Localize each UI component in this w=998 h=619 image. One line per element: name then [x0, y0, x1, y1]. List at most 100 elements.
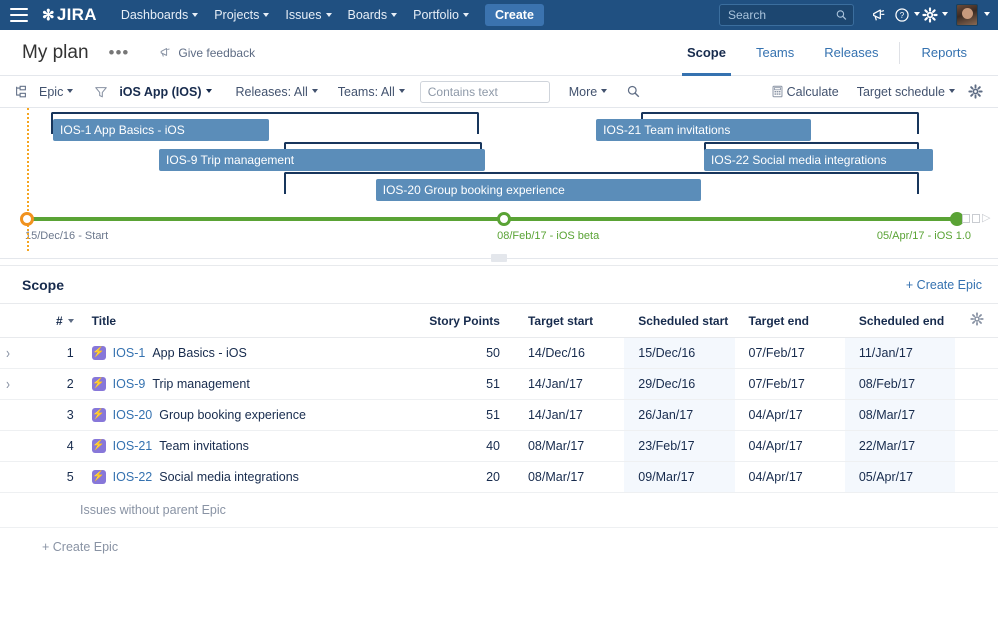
timeline-step-box[interactable]	[962, 214, 970, 223]
issue-key-link[interactable]: IOS-20	[113, 408, 153, 422]
table-row[interactable]: 3 IOS-20 Group booking experience 5114/Jan/…	[0, 399, 998, 431]
gantt-bar-ios-20[interactable]: IOS-20 Group booking experience	[375, 179, 702, 201]
search-input[interactable]	[726, 7, 837, 23]
row-actions[interactable]	[955, 368, 998, 400]
row-title-cell[interactable]: IOS-21 Team invitations	[85, 430, 413, 462]
row-expand-toggle[interactable]: ›	[0, 368, 37, 400]
row-target-end[interactable]: 07/Feb/17	[734, 368, 845, 400]
row-title-cell[interactable]: IOS-1 App Basics - iOS	[85, 337, 413, 369]
releases-filter-dropdown[interactable]: Releases: All	[229, 82, 325, 102]
milestone-marker-start[interactable]	[20, 212, 34, 226]
row-title-cell[interactable]: IOS-9 Trip management	[85, 368, 413, 400]
calculate-button[interactable]: Calculate	[762, 80, 846, 104]
row-actions[interactable]	[955, 461, 998, 493]
gantt-bar-ios-1[interactable]: IOS-1 App Basics - iOS	[53, 119, 269, 141]
create-epic-top-button[interactable]: + Create Epic	[906, 278, 982, 292]
nav-item-portfolio[interactable]: Portfolio	[405, 0, 477, 30]
row-story-points[interactable]: 40	[412, 430, 514, 462]
chevron-down-icon	[205, 88, 212, 93]
tab-scope[interactable]: Scope	[672, 30, 741, 76]
row-target-end[interactable]: 04/Apr/17	[734, 399, 845, 431]
chevron-down-icon[interactable]	[984, 12, 990, 16]
gantt-bar-ios-21[interactable]: IOS-21 Team invitations	[596, 119, 811, 141]
gantt-bar-ios-22[interactable]: IOS-22 Social media integrations	[704, 149, 933, 171]
panel-resize-divider[interactable]	[0, 251, 998, 265]
table-row[interactable]: › 2 IOS-9 Trip management 5114/Jan/1729/Dec/…	[0, 368, 998, 400]
row-title-cell[interactable]: IOS-20 Group booking experience	[85, 399, 413, 431]
give-feedback-button[interactable]: Give feedback	[159, 46, 255, 60]
row-target-end[interactable]: 04/Apr/17	[734, 461, 845, 493]
table-row[interactable]: 4 IOS-21 Team invitations 4008/Mar/1723/Feb…	[0, 430, 998, 462]
tab-releases[interactable]: Releases	[809, 30, 893, 76]
row-story-points[interactable]: 50	[412, 337, 514, 369]
row-target-start[interactable]: 08/Mar/17	[513, 430, 625, 462]
plan-toolbar: Epic iOS App (IOS) Releases: All Teams: …	[0, 76, 998, 108]
row-target-start[interactable]: 14/Jan/17	[513, 399, 625, 431]
issue-key-link[interactable]: IOS-22	[113, 470, 153, 484]
col-target-start[interactable]: Target start	[513, 303, 625, 338]
col-scheduled-start[interactable]: Scheduled start	[624, 303, 735, 338]
row-target-end[interactable]: 04/Apr/17	[734, 430, 845, 462]
table-row[interactable]: 5 IOS-22 Social media integrations 2008/Mar…	[0, 461, 998, 493]
chevron-right-icon[interactable]: ▷	[982, 213, 990, 224]
more-filters-dropdown[interactable]: More	[562, 82, 614, 102]
filter-icon[interactable]	[92, 83, 110, 101]
hamburger-menu-icon[interactable]	[10, 8, 28, 22]
nav-item-issues[interactable]: Issues	[277, 0, 339, 30]
col-target-end[interactable]: Target end	[734, 303, 845, 338]
timeline-scroll-controls[interactable]: ▷	[962, 213, 990, 224]
epic-icon	[91, 345, 106, 360]
teams-filter-dropdown[interactable]: Teams: All	[331, 82, 412, 102]
col-scheduled-end[interactable]: Scheduled end	[844, 303, 956, 338]
search-icon[interactable]	[624, 83, 642, 101]
col-settings[interactable]	[955, 303, 998, 338]
col-title[interactable]: Title	[85, 303, 413, 338]
timeline-step-box[interactable]	[972, 214, 980, 223]
jira-logo[interactable]: ✻ JIRA	[42, 5, 97, 25]
settings-gear-icon[interactable]	[922, 2, 948, 28]
nav-item-projects[interactable]: Projects	[206, 0, 277, 30]
tab-teams[interactable]: Teams	[741, 30, 809, 76]
divider-drag-handle[interactable]	[491, 254, 507, 262]
row-target-end[interactable]: 07/Feb/17	[734, 337, 845, 369]
issue-key-link[interactable]: IOS-1	[113, 346, 146, 360]
project-filter-dropdown[interactable]: iOS App (IOS)	[112, 82, 218, 102]
col-number[interactable]: #	[36, 303, 86, 338]
create-epic-bottom-button[interactable]: + Create Epic	[0, 528, 998, 554]
hierarchy-level-dropdown[interactable]: Epic	[32, 82, 80, 102]
nav-item-dashboards[interactable]: Dashboards	[113, 0, 206, 30]
row-story-points[interactable]: 20	[412, 461, 514, 493]
row-target-start[interactable]: 14/Dec/16	[513, 337, 625, 369]
row-title-cell[interactable]: IOS-22 Social media integrations	[85, 461, 413, 493]
target-schedule-dropdown[interactable]: Target schedule	[850, 82, 962, 102]
row-expand-toggle[interactable]: ›	[0, 337, 37, 369]
settings-gear-icon[interactable]	[969, 312, 984, 326]
milestone-marker-ios-beta[interactable]	[497, 212, 512, 226]
col-story-points[interactable]: Story Points	[412, 303, 514, 338]
global-search-box[interactable]	[719, 4, 854, 26]
table-row[interactable]: › 1 IOS-1 App Basics - iOS 5014/Dec/1615/Dec…	[0, 337, 998, 369]
issue-key-link[interactable]: IOS-21	[113, 439, 153, 453]
row-story-points[interactable]: 51	[412, 368, 514, 400]
gantt-bar-ios-9[interactable]: IOS-9 Trip management	[159, 149, 485, 171]
row-target-start[interactable]: 14/Jan/17	[513, 368, 625, 400]
row-target-start[interactable]: 08/Mar/17	[513, 461, 625, 493]
scope-table-header: # Title Story Points Target start Schedu…	[0, 303, 998, 338]
chevron-right-icon[interactable]: ›	[6, 344, 10, 362]
row-actions[interactable]	[955, 430, 998, 462]
plan-more-actions-button[interactable]: •••	[105, 43, 134, 63]
row-actions[interactable]	[955, 337, 998, 369]
hierarchy-icon[interactable]	[12, 83, 30, 101]
megaphone-icon[interactable]	[866, 2, 892, 28]
chevron-right-icon[interactable]: ›	[6, 375, 10, 393]
avatar[interactable]	[956, 4, 978, 26]
settings-gear-icon[interactable]	[966, 83, 984, 101]
contains-text-input[interactable]	[419, 80, 550, 103]
create-button[interactable]: Create	[484, 4, 544, 26]
tab-reports[interactable]: Reports	[906, 30, 982, 76]
row-actions[interactable]	[955, 399, 998, 431]
help-icon[interactable]: ?	[894, 2, 920, 28]
issue-key-link[interactable]: IOS-9	[113, 377, 146, 391]
nav-item-boards[interactable]: Boards	[340, 0, 406, 30]
row-story-points[interactable]: 51	[412, 399, 514, 431]
